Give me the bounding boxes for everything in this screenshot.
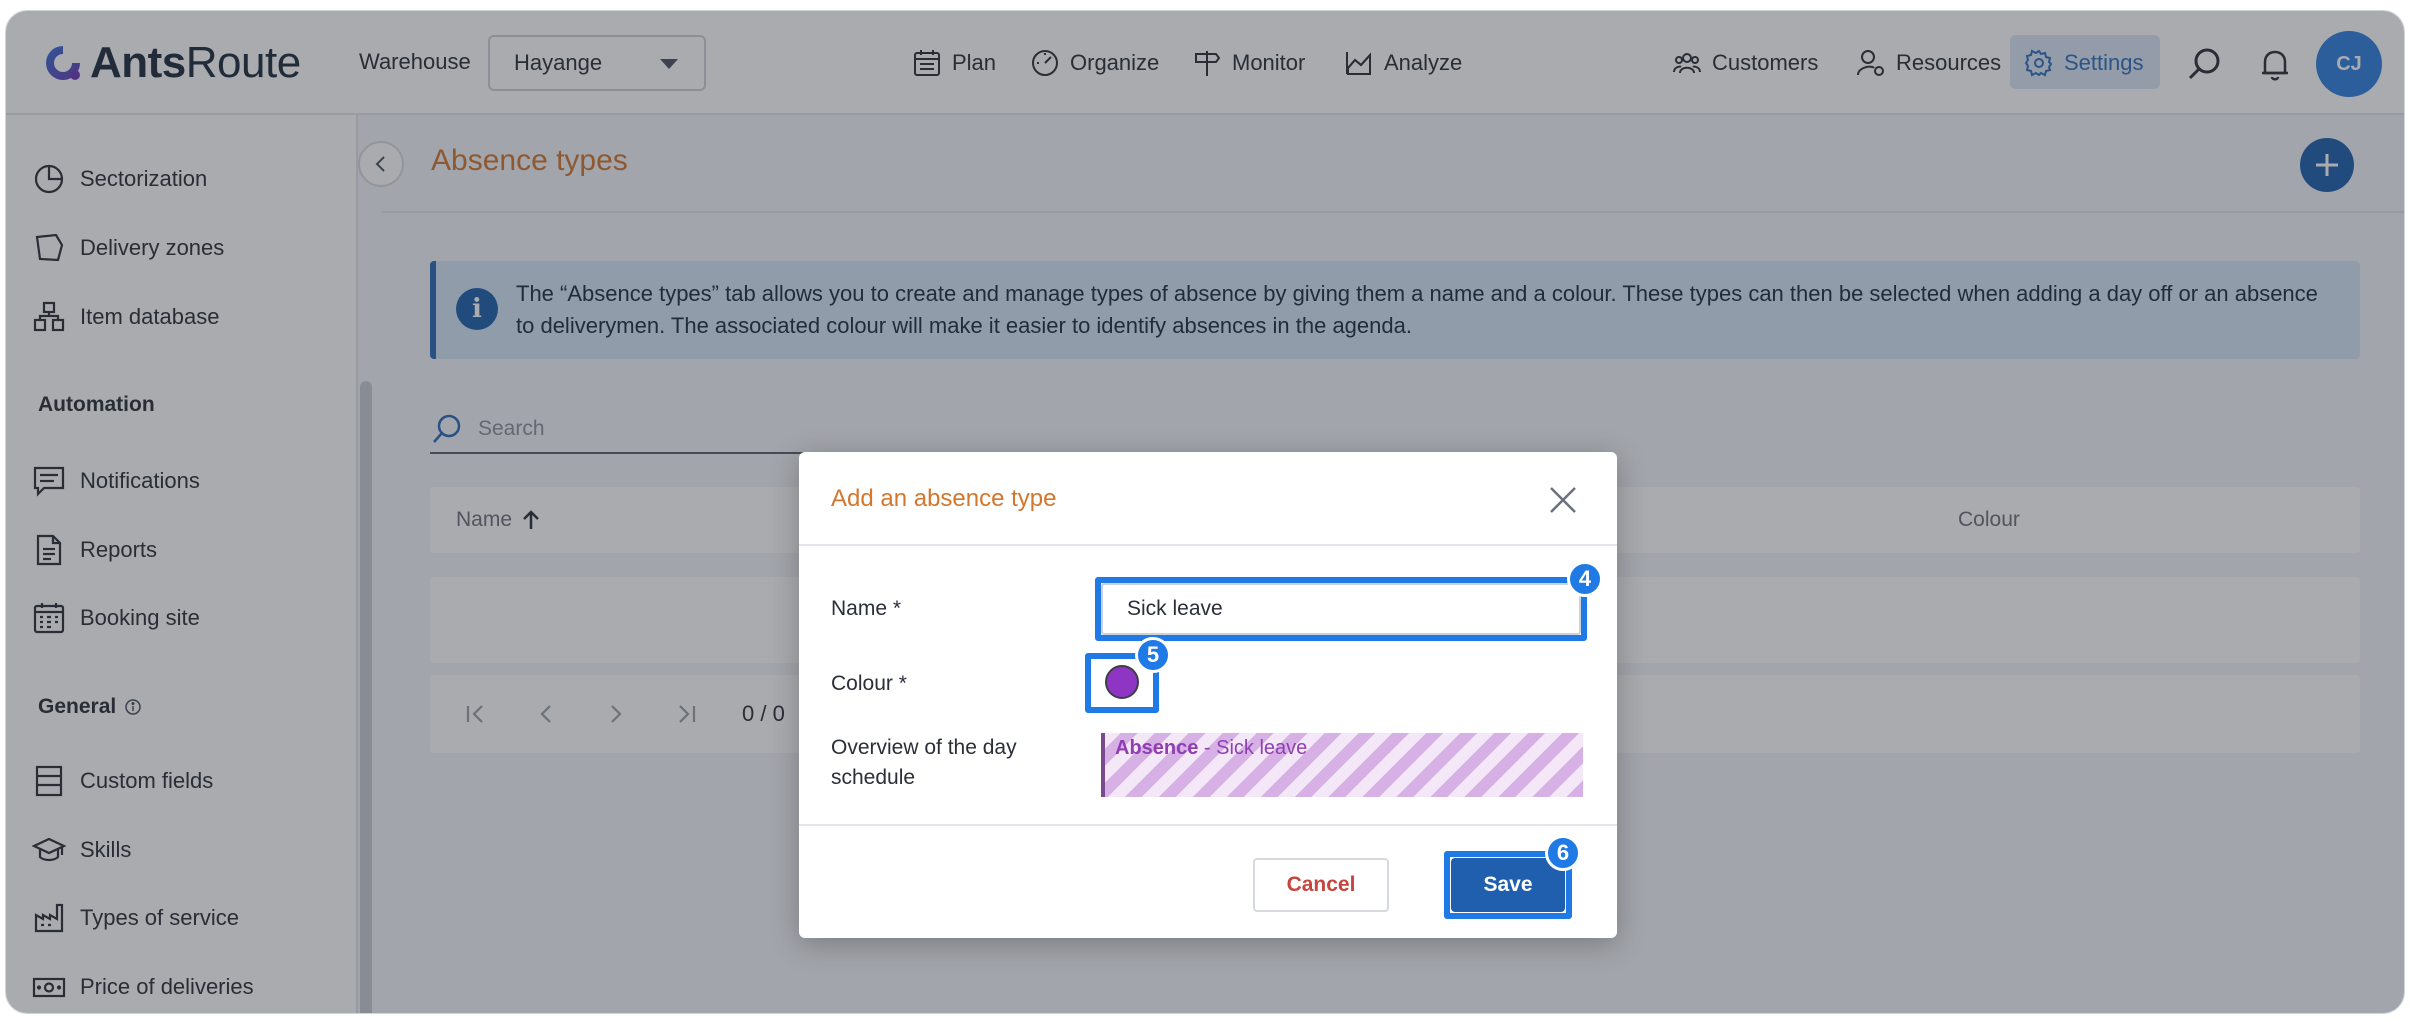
dialog-title: Add an absence type [831,485,1057,512]
app-window: AntsRoute Warehouse Hayange Plan Organiz… [5,10,2405,1014]
step-badge-5: 5 [1135,637,1171,673]
cancel-button[interactable]: Cancel [1253,858,1389,912]
highlight-name-field [1095,577,1587,641]
preview-type-name: - Sick leave [1198,737,1308,759]
schedule-preview: Absence - Sick leave [1101,733,1583,797]
preview-absence-label: Absence [1115,737,1199,759]
overview-label: Overview of the day schedule [831,736,1017,789]
dialog-divider [799,544,1617,546]
step-badge-6: 6 [1545,835,1581,871]
step-badge-4: 4 [1567,561,1603,597]
name-label: Name * [831,597,902,620]
colour-label: Colour * [831,672,907,695]
dialog-footer-divider [799,824,1617,826]
add-absence-type-dialog: Add an absence type Name * 4 Colour * 5 … [799,452,1617,938]
close-icon[interactable] [1545,482,1581,518]
